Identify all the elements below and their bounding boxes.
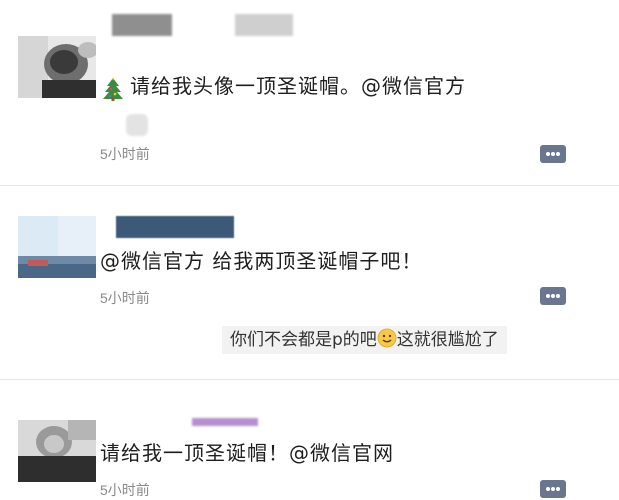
username-blur <box>116 216 234 238</box>
reply-text: 你们不会都是p的吧 <box>230 330 377 350</box>
username-blur <box>235 14 293 36</box>
christmas-tree-icon <box>103 77 123 101</box>
post-1: 请给我头像一顶圣诞帽。@微信官方 5小时前 <box>0 0 619 185</box>
post-timestamp: 5小时前 <box>100 290 150 306</box>
comment-icon[interactable] <box>540 145 566 163</box>
comment-icon[interactable] <box>540 480 566 498</box>
avatar[interactable] <box>18 216 96 278</box>
post-timestamp: 5小时前 <box>100 146 150 162</box>
reply-text: 这就很尴尬了 <box>396 330 499 350</box>
blurred-element <box>126 114 148 136</box>
username-blur <box>112 14 172 36</box>
avatar[interactable] <box>18 36 96 98</box>
post-text: @微信官方 给我两顶圣诞帽子吧！ <box>100 249 423 273</box>
avatar[interactable] <box>18 420 96 482</box>
smiley-face-icon <box>377 328 397 348</box>
post-3: 请给我一顶圣诞帽！@微信官网 5小时前 <box>0 380 619 500</box>
post-2: @微信官方 给我两顶圣诞帽子吧！ 5小时前 你们不会都是p的吧 这就很尴尬了 <box>0 186 619 379</box>
comment-icon[interactable] <box>540 287 566 305</box>
reply-comment[interactable]: 你们不会都是p的吧 这就很尴尬了 <box>222 326 507 354</box>
username-blur <box>192 418 258 426</box>
post-timestamp: 5小时前 <box>100 482 150 498</box>
post-text: 请给我一顶圣诞帽！@微信官网 <box>100 441 394 465</box>
post-text: 请给我头像一顶圣诞帽。@微信官方 <box>130 74 466 98</box>
